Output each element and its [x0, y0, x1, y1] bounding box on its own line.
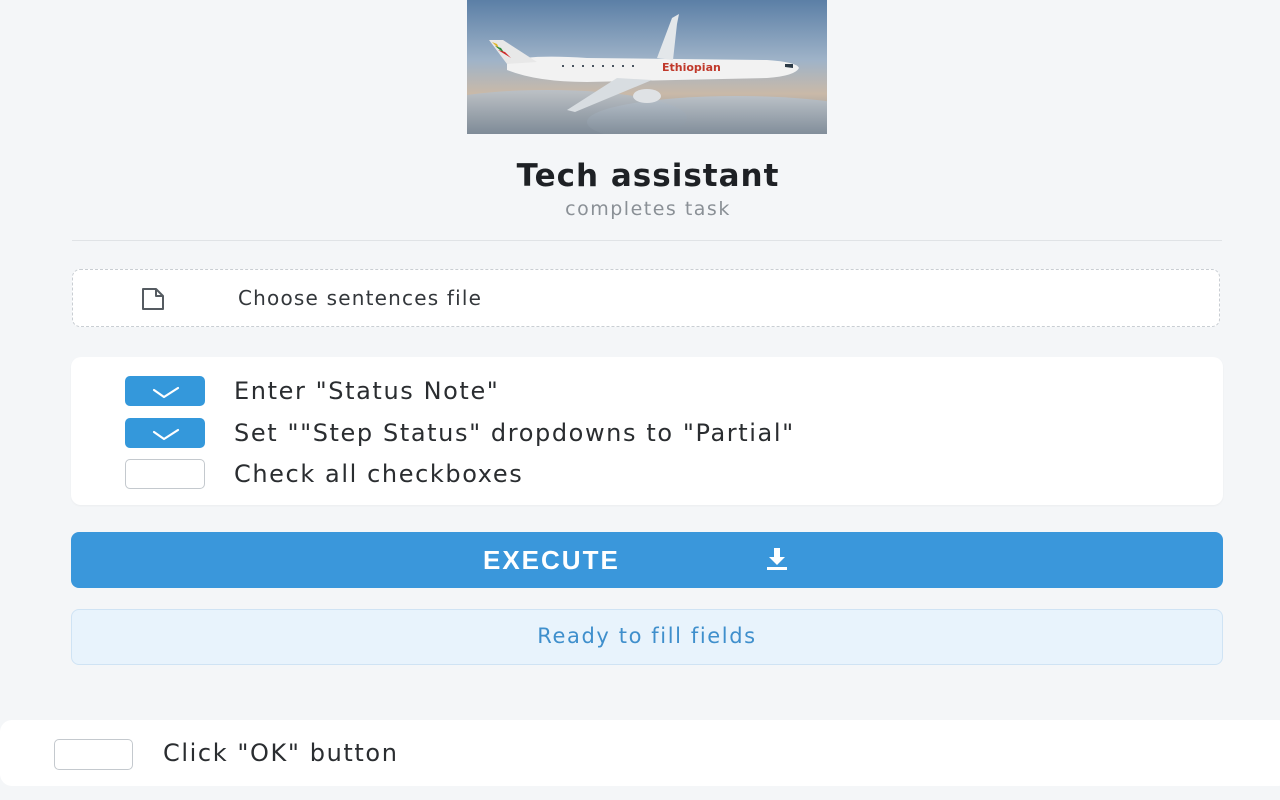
header-divider [72, 240, 1222, 241]
status-message: Ready to fill fields [71, 609, 1223, 665]
step-card: Click "OK" button [0, 720, 1280, 786]
check-icon [152, 428, 180, 441]
check-icon [152, 386, 180, 399]
task-checkbox[interactable] [125, 376, 205, 406]
task-item: Check all checkboxes [125, 458, 1205, 490]
task-label: Set ""Step Status" dropdowns to "Partial… [234, 419, 795, 447]
task-label: Enter "Status Note" [234, 377, 500, 405]
choose-file-label: Choose sentences file [238, 286, 483, 310]
download-icon [764, 546, 790, 572]
execute-button[interactable]: EXECUTE [71, 532, 1223, 588]
step-label: Click "OK" button [163, 739, 399, 767]
svg-text:Ethiopian: Ethiopian [662, 61, 721, 74]
task-checklist: Enter "Status Note" Set ""Step Status" d… [71, 357, 1223, 505]
task-item: Enter "Status Note" [125, 375, 1205, 407]
step-checkbox[interactable] [54, 739, 133, 770]
status-text: Ready to fill fields [537, 624, 757, 648]
app-subtitle: completes task [565, 198, 731, 220]
task-checkbox[interactable] [125, 418, 205, 448]
task-label: Check all checkboxes [234, 460, 524, 488]
file-icon [141, 287, 165, 311]
app-title: Tech assistant [516, 158, 780, 194]
task-item: Set ""Step Status" dropdowns to "Partial… [125, 417, 1205, 449]
extension-popup: Ethiopian Tech assistant completes task [0, 0, 1280, 800]
choose-file-button[interactable]: Choose sentences file [72, 269, 1220, 327]
task-checkbox[interactable] [125, 459, 205, 489]
airplane-image: Ethiopian [467, 0, 827, 134]
execute-label: EXECUTE [483, 545, 620, 575]
